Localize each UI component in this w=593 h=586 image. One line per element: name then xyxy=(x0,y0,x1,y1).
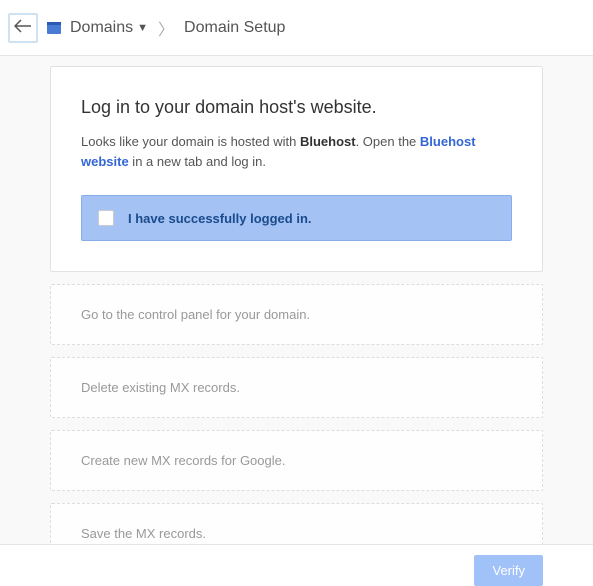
breadcrumb-current: Domain Setup xyxy=(184,19,285,37)
verify-button[interactable]: Verify xyxy=(474,555,543,586)
chevron-right-icon: 〉 xyxy=(158,16,174,40)
dropdown-caret-icon: ▼ xyxy=(137,22,148,34)
step-control-panel: Go to the control panel for your domain. xyxy=(50,284,543,345)
confirm-login-label: I have successfully logged in. xyxy=(128,211,312,226)
step-login-card: Log in to your domain host's website. Lo… xyxy=(50,66,543,272)
back-arrow-icon xyxy=(14,17,32,38)
breadcrumb-root-label: Domains xyxy=(70,19,133,37)
step-label: Delete existing MX records. xyxy=(81,380,240,395)
step-label: Create new MX records for Google. xyxy=(81,453,285,468)
step-description: Looks like your domain is hosted with Bl… xyxy=(81,132,512,171)
step-label: Go to the control panel for your domain. xyxy=(81,307,310,322)
host-name: Bluehost xyxy=(300,134,356,149)
breadcrumb-root[interactable]: Domains ▼ xyxy=(46,19,148,37)
content: Log in to your domain host's website. Lo… xyxy=(0,56,593,564)
back-button[interactable] xyxy=(8,13,38,43)
confirm-login-checkbox[interactable] xyxy=(98,210,114,226)
footer: Verify xyxy=(0,544,593,586)
step-create-mx: Create new MX records for Google. xyxy=(50,430,543,491)
domains-icon xyxy=(46,20,62,36)
breadcrumb: Domains ▼ 〉 Domain Setup xyxy=(46,16,285,40)
topbar: Domains ▼ 〉 Domain Setup xyxy=(0,0,593,56)
step-title: Log in to your domain host's website. xyxy=(81,97,512,118)
step-label: Save the MX records. xyxy=(81,526,206,541)
confirm-login-row[interactable]: I have successfully logged in. xyxy=(81,195,512,241)
step-delete-mx: Delete existing MX records. xyxy=(50,357,543,418)
